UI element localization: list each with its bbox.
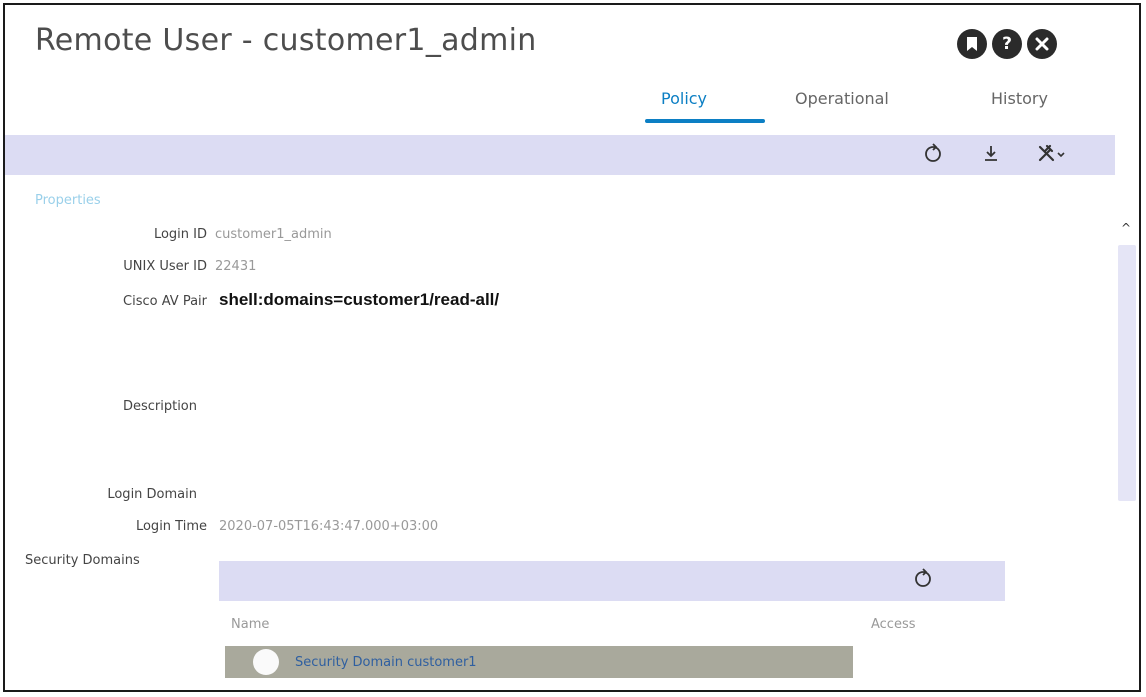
column-header-name[interactable]: Name [231, 617, 269, 632]
cisco-av-pair-value: shell:domains=customer1/read-all/ [219, 290, 500, 309]
properties-section-label: Properties [35, 193, 101, 208]
refresh-icon[interactable] [913, 568, 933, 593]
bookmark-icon[interactable] [957, 29, 987, 59]
toolbar [5, 135, 1115, 175]
security-domains-toolbar [219, 561, 1005, 601]
column-header-access[interactable]: Access [871, 617, 916, 632]
tab-history[interactable]: History [991, 89, 1048, 108]
unix-user-id-label: UNIX User ID [123, 259, 207, 274]
unix-user-id-value: 22431 [215, 259, 257, 274]
tools-icon[interactable] [1037, 143, 1067, 168]
login-domain-label: Login Domain [107, 487, 197, 502]
refresh-icon[interactable] [923, 143, 943, 168]
active-tab-indicator [645, 119, 765, 123]
cisco-av-pair-label: Cisco AV Pair [123, 294, 207, 309]
close-icon[interactable] [1027, 29, 1057, 59]
remote-user-dialog: Remote User - customer1_admin ? Policy O… [3, 3, 1141, 692]
help-icon[interactable]: ? [992, 29, 1022, 59]
tab-operational[interactable]: Operational [795, 89, 889, 108]
security-domain-name: Security Domain customer1 [295, 655, 477, 670]
login-time-value: 2020-07-05T16:43:47.000+03:00 [219, 519, 439, 534]
scrollbar-thumb[interactable] [1118, 245, 1136, 501]
chevron-up-icon[interactable]: ^ [1121, 221, 1131, 235]
login-time-label: Login Time [135, 519, 207, 534]
login-id-label: Login ID [153, 227, 207, 242]
tab-bar: Policy Operational History [5, 89, 1139, 129]
download-icon[interactable] [981, 143, 1001, 168]
description-label: Description [122, 399, 197, 414]
security-domains-label: Security Domains [25, 553, 140, 568]
dialog-title: Remote User - customer1_admin [35, 23, 537, 58]
login-id-value: customer1_admin [215, 227, 332, 242]
row-select-toggle[interactable] [253, 649, 279, 675]
tab-policy[interactable]: Policy [661, 89, 707, 108]
title-icon-group: ? [957, 29, 1057, 59]
